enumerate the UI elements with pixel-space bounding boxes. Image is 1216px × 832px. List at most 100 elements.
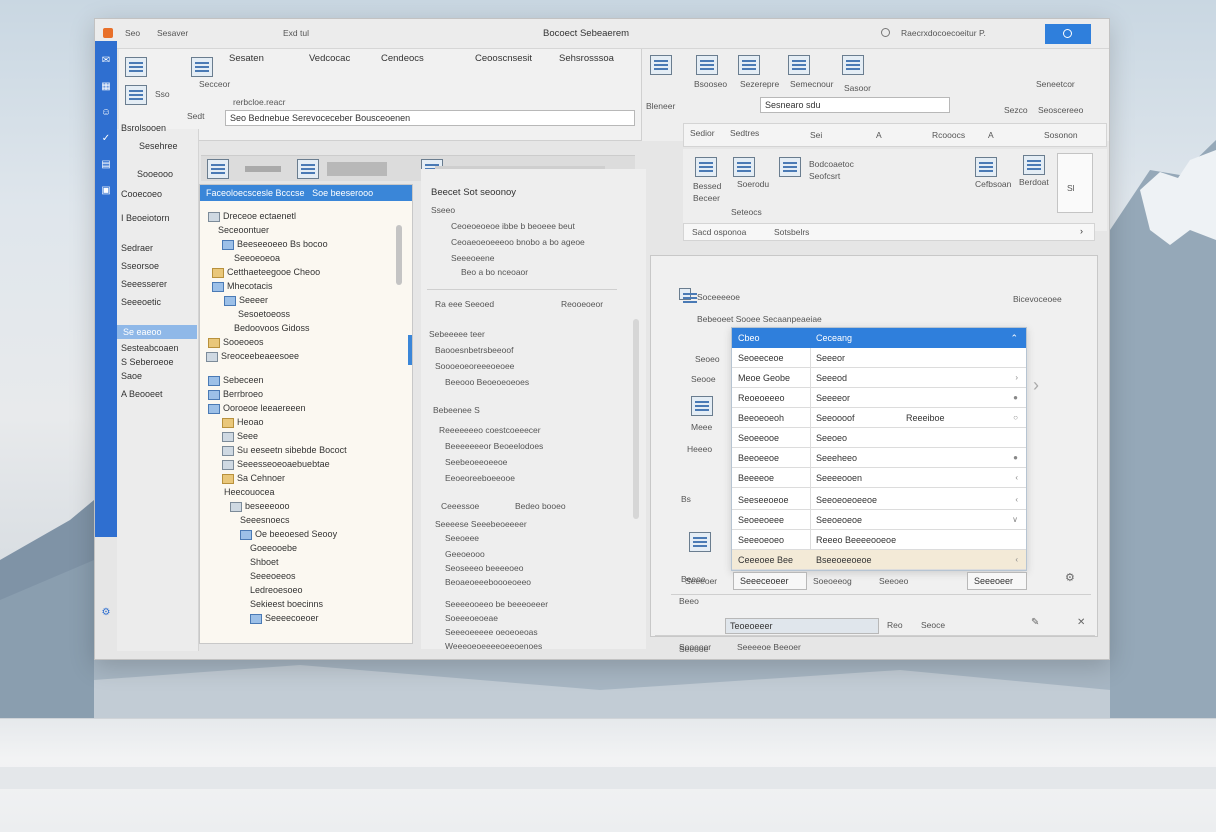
back-icon[interactable] (207, 159, 229, 179)
nav-item[interactable]: Seeeoetic (121, 297, 161, 307)
content-row[interactable]: Seeeoeene (451, 253, 495, 263)
content-row[interactable]: Reeeeeeeo coestcoeeecer (439, 425, 541, 435)
dropdown-row-highlighted[interactable]: Ceeeoee Bee Bseeoeeoeoe ‹ (732, 550, 1026, 570)
nav-item[interactable]: A Beooeet (121, 389, 163, 399)
content-row[interactable]: Baooesnbetrsbeeoof (435, 345, 513, 355)
tree-row[interactable]: Seeeer (224, 295, 268, 306)
tree-row[interactable]: Sesoetoeoss (238, 309, 290, 319)
content-row[interactable]: Ceoaeoeoeeeoo bnobo a bo ageoe (451, 237, 585, 247)
tree-row[interactable]: Seeesseoeoaebuebtae (222, 459, 330, 470)
chart-icon[interactable] (738, 55, 760, 75)
scrollbar[interactable] (396, 225, 402, 285)
content-row[interactable]: Geeoeooo (445, 549, 485, 559)
content-row[interactable]: Beoaeoeeeboooeoeeo (445, 577, 531, 587)
dropdown-row[interactable]: Reoeoeeeo Seeeeor ● (732, 388, 1026, 408)
print-icon[interactable] (788, 55, 810, 75)
chevron-up-icon[interactable]: ⌃ (1010, 328, 1018, 348)
nav-item[interactable]: Sesehree (139, 141, 178, 151)
content-row[interactable]: Bedeo booeo (515, 501, 566, 511)
filter-item[interactable]: Sacd osponoa (692, 227, 746, 237)
tree-row[interactable]: Beeseeoeeo Bs bocoo (222, 239, 328, 250)
nav-item[interactable]: I Beoeiotorn (121, 213, 170, 223)
people-icon[interactable]: ☺ (100, 107, 112, 119)
toolbar-item[interactable]: A (988, 130, 994, 140)
tree-row[interactable]: Berrbroeo (208, 389, 263, 400)
nav-item[interactable]: Sedraer (121, 243, 153, 253)
chevron-down-icon[interactable]: › (1080, 226, 1083, 236)
toolbar-item[interactable]: Sei (810, 130, 822, 140)
account-button[interactable] (1045, 24, 1091, 44)
tile-icon[interactable] (975, 157, 997, 177)
content-row[interactable]: Seeeoeeeee oeoeoeoas (445, 627, 538, 637)
content-row[interactable]: Ceeessoe (441, 501, 479, 511)
folder-icon[interactable]: ▣ (100, 185, 112, 197)
content-row[interactable]: Seeoeee (445, 533, 479, 543)
edit-icon[interactable]: ✎ (1031, 617, 1039, 628)
toolbar-item[interactable]: Sedtres (730, 128, 759, 138)
table-icon[interactable] (689, 532, 711, 552)
notes-icon[interactable]: ▤ (100, 159, 112, 171)
tree-row[interactable]: Sebeceen (208, 375, 264, 386)
content-row[interactable]: Sebeeeee teer (429, 329, 485, 339)
grid-icon[interactable] (297, 159, 319, 179)
calendar-icon[interactable]: ▦ (100, 81, 112, 93)
tree-row[interactable]: Sooeoeos (208, 337, 264, 348)
new-item-icon[interactable] (125, 57, 147, 77)
content-row[interactable]: Eeoeoreeboeeooe (445, 473, 515, 483)
content-row[interactable]: Seeeese Seeebeoeeeer (435, 519, 527, 529)
tree-row[interactable]: Oe beeoesed Seooy (240, 529, 337, 540)
tree-row[interactable]: Seeesnoecs (240, 515, 290, 525)
menu-item[interactable]: tul (300, 28, 309, 38)
filter-item[interactable]: Sotsbelrs (774, 227, 809, 237)
tasks-icon[interactable]: ✓ (100, 133, 112, 145)
dropdown-row[interactable]: Seoeeceoe Seeeor (732, 348, 1026, 368)
tree-row[interactable]: Dreceoe ectaenetl (208, 211, 296, 222)
nav-item[interactable]: Saoe (121, 371, 142, 381)
tree-row[interactable]: Seeeoeeos (250, 571, 296, 581)
tree-row[interactable]: Seeoeoeoa (234, 253, 280, 263)
menu-item[interactable]: Sesaver (157, 28, 188, 38)
nav-item[interactable]: Sooeooo (137, 169, 173, 179)
toolbar-item[interactable]: Sosonon (1044, 130, 1078, 140)
content-row[interactable]: Beeooo Beoeoeoeoes (445, 377, 529, 387)
tree-row[interactable]: Heoao (222, 417, 264, 428)
option-label[interactable]: Soeoeeog (813, 576, 852, 586)
content-row[interactable]: Seoseeeo beeeeoeo (445, 563, 523, 573)
content-row[interactable]: Weeeoeoeeeeoeeoenoes (445, 641, 542, 651)
tree-row[interactable]: Bedoovoos Gidoss (234, 323, 310, 333)
dropdown-row[interactable]: Meoe Geobe Seeeod › (732, 368, 1026, 388)
tree-row[interactable]: Shboet (250, 557, 279, 567)
tab-2[interactable]: Vedcocac (309, 53, 350, 64)
tile-box[interactable] (1057, 153, 1093, 213)
nav-item[interactable]: Sesteabcoaen (121, 343, 179, 353)
content-row[interactable]: Reooeoeor (561, 299, 603, 309)
tab-4[interactable]: Ceooscnsesit (475, 53, 532, 64)
tree-row[interactable]: Sa Cehnoer (222, 473, 285, 484)
dropdown-row[interactable]: Seoeeoeee Seeoeoeoe ∨ (732, 510, 1026, 530)
export-icon[interactable] (842, 55, 864, 75)
tile-icon[interactable] (733, 157, 755, 177)
dropdown-row[interactable]: Seoeeooe Seeoeo (732, 428, 1026, 448)
menu-item[interactable]: Exd (283, 28, 298, 38)
close-icon[interactable]: ✕ (1077, 617, 1085, 628)
new-folder-icon[interactable] (125, 85, 147, 105)
dropdown-row[interactable]: Beeoeeoe Seeeheeo ● (732, 448, 1026, 468)
table-icon[interactable] (691, 396, 713, 416)
content-row[interactable]: Beeeeeeeor Beoeelodoes (445, 441, 543, 451)
nav-item[interactable]: Bsrolsooen (121, 123, 166, 133)
tree-row[interactable]: Sekieest boecinns (250, 599, 323, 609)
settings-icon[interactable]: ⚙ (1065, 571, 1075, 584)
path-field[interactable]: Teoeoeeer (725, 618, 879, 634)
content-row[interactable]: Beo a bo nceoaor (461, 267, 528, 277)
tree-row[interactable]: Seeeecoeoer (250, 613, 319, 624)
view-icon[interactable] (191, 57, 213, 77)
tree-row[interactable]: Heecouocea (224, 487, 275, 497)
table-icon[interactable] (696, 55, 718, 75)
search-icon[interactable] (881, 28, 890, 37)
tree-row[interactable]: Mhecotacis (212, 281, 273, 292)
scrollbar[interactable] (633, 319, 639, 519)
toolbar-item[interactable]: Rcooocs (932, 130, 965, 140)
tab-1[interactable]: Sesaten (229, 53, 264, 64)
tile-icon[interactable] (779, 157, 801, 177)
tree-row[interactable]: Sreoceebeaeesoee (206, 351, 299, 362)
